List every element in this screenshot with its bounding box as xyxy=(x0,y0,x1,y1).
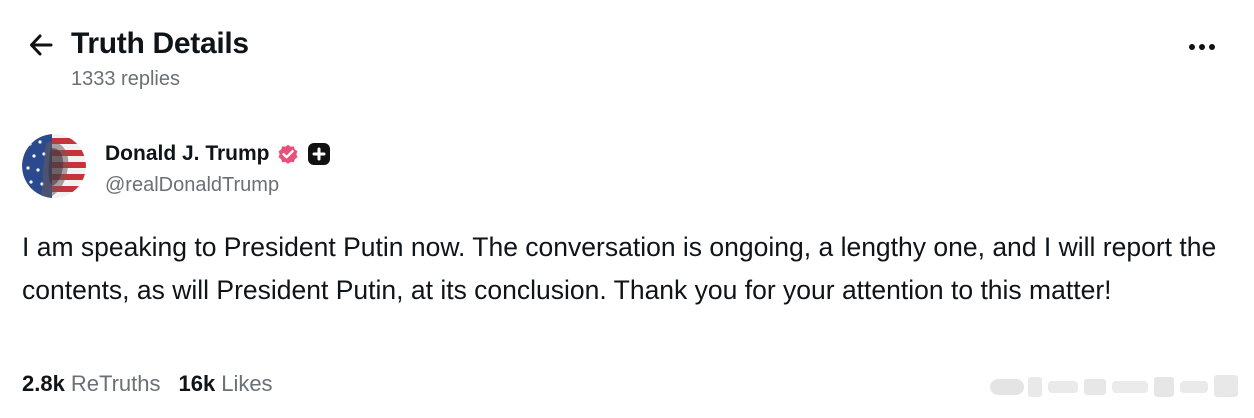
page-header: Truth Details 1333 replies xyxy=(0,0,1254,100)
back-button[interactable] xyxy=(24,28,58,62)
reply-count: 1333 replies xyxy=(71,68,180,90)
verified-badge-icon xyxy=(278,144,297,164)
post-author: Donald J. Trump @realDonaldTrump xyxy=(22,134,622,200)
retruths-count: 2.8k xyxy=(22,371,65,396)
likes-stat[interactable]: 16k Likes xyxy=(178,371,272,397)
avatar[interactable] xyxy=(22,134,86,198)
post-stats: 2.8k ReTruths 16k Likes xyxy=(22,368,291,400)
watermark xyxy=(990,375,1238,397)
more-options-button[interactable] xyxy=(1184,36,1220,58)
retruths-stat[interactable]: 2.8k ReTruths xyxy=(22,371,160,397)
post-body-text: I am speaking to President Putin now. Th… xyxy=(22,232,1217,305)
retruths-label: ReTruths xyxy=(70,371,161,396)
more-horizontal-icon xyxy=(1199,44,1205,50)
likes-label: Likes xyxy=(221,371,273,396)
more-horizontal-icon xyxy=(1189,44,1195,50)
author-name-row: Donald J. Trump xyxy=(105,140,330,168)
likes-count: 16k xyxy=(178,371,216,396)
plus-badge-icon xyxy=(307,143,330,165)
author-handle[interactable]: @realDonaldTrump xyxy=(105,174,279,197)
arrow-left-icon xyxy=(30,34,53,56)
more-horizontal-icon xyxy=(1209,44,1215,50)
page-title: Truth Details xyxy=(71,27,249,60)
author-name[interactable]: Donald J. Trump xyxy=(105,142,270,166)
